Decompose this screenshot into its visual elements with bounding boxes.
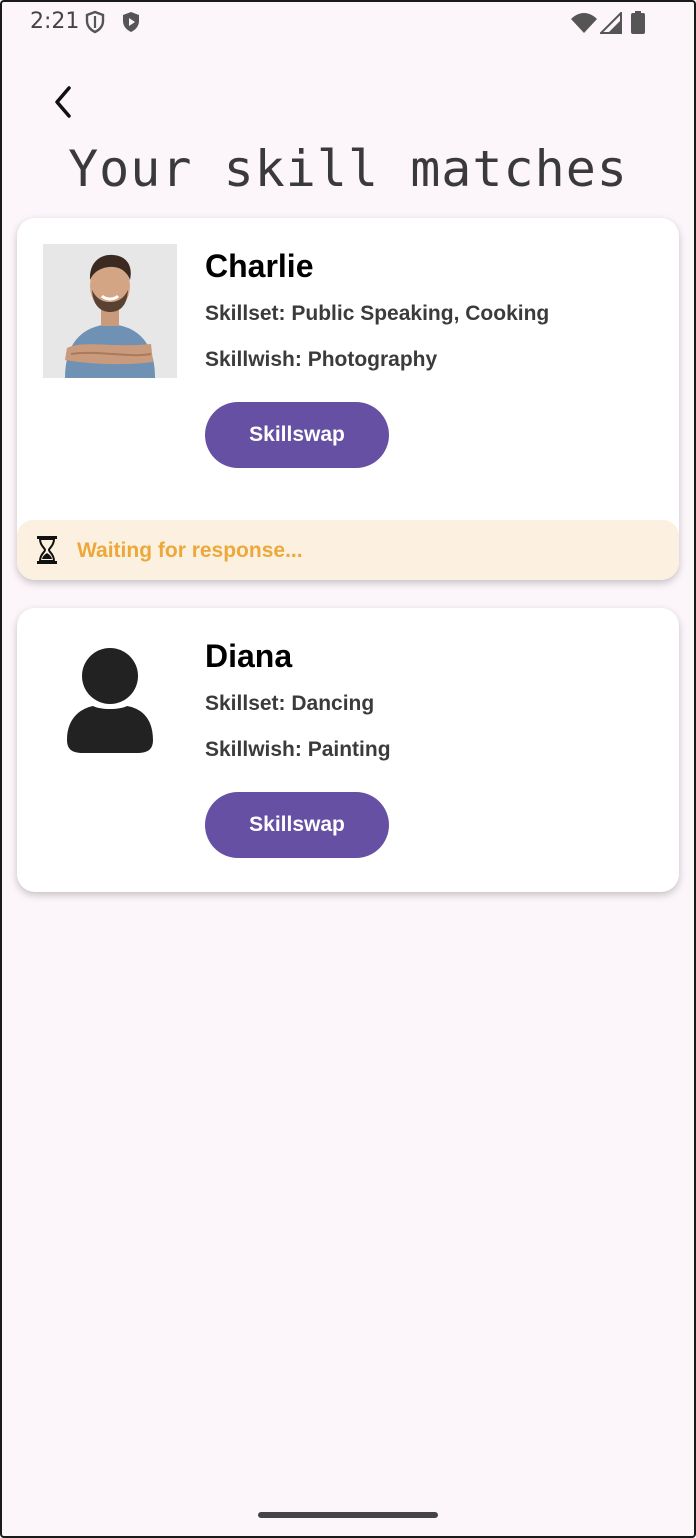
- waiting-status-banner: Waiting for response...: [17, 520, 679, 580]
- page-title: Your skill matches: [68, 140, 628, 198]
- match-card-diana: Diana Skillset: Dancing Skillwish: Paint…: [17, 608, 679, 892]
- waiting-status-text: Waiting for response...: [77, 539, 303, 562]
- shield-outline-icon: [85, 10, 105, 34]
- play-shield-icon: [123, 12, 139, 32]
- skillswap-button[interactable]: Skillswap: [205, 792, 389, 858]
- hourglass-icon: [37, 536, 57, 564]
- match-skillwish: Skillwish: Photography: [205, 348, 438, 371]
- match-skillwish: Skillwish: Painting: [205, 738, 391, 761]
- profile-photo: [43, 244, 177, 378]
- avatar-photo: [43, 244, 177, 378]
- home-indicator[interactable]: [258, 1512, 438, 1518]
- skillswap-button[interactable]: Skillswap: [205, 402, 389, 468]
- signal-icon: [600, 12, 622, 34]
- match-name: Charlie: [205, 248, 314, 284]
- back-button[interactable]: [44, 80, 84, 124]
- status-time: 2:21: [30, 9, 80, 34]
- match-skillset: Skillset: Public Speaking, Cooking: [205, 302, 550, 325]
- wifi-icon: [571, 13, 597, 33]
- match-name: Diana: [205, 638, 293, 674]
- match-card-charlie: Charlie Skillset: Public Speaking, Cooki…: [17, 218, 679, 580]
- chevron-left-icon: [55, 86, 71, 118]
- battery-icon: [631, 11, 645, 34]
- person-placeholder-icon: [67, 648, 153, 753]
- match-skillset: Skillset: Dancing: [205, 692, 375, 715]
- status-bar: 2:21: [0, 0, 696, 44]
